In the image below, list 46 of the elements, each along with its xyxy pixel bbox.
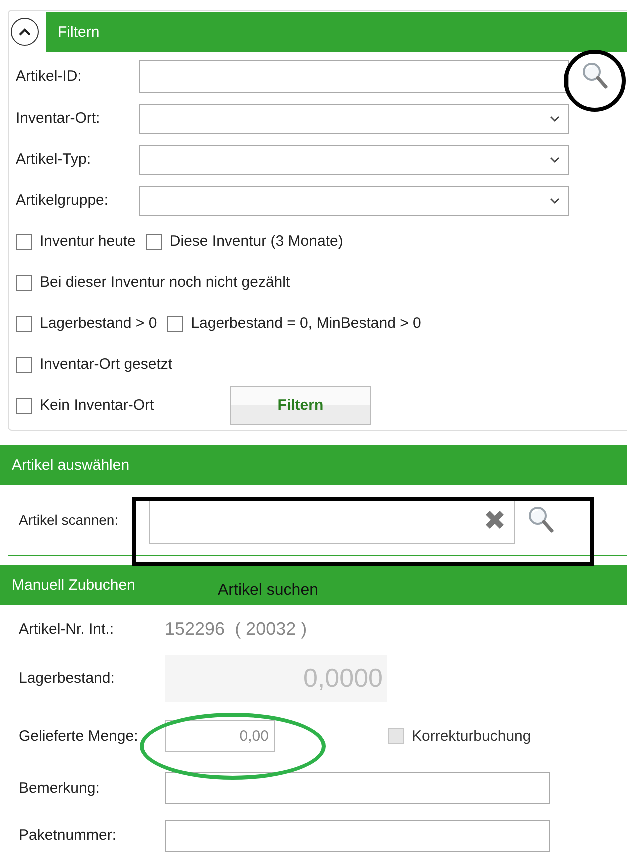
quantity-field[interactable]: 0,00 [165,720,275,752]
field-label: Artikel-Nr. Int.: [19,620,116,638]
field-label: Artikel-ID: [16,68,83,84]
field-label: Gelieferte Menge: [19,728,140,744]
article-number: 152296 ( 20032 ) [165,618,308,640]
checkbox[interactable] [16,316,32,332]
checkbox[interactable] [16,234,32,250]
annotation-note: Artikel suchen [218,582,318,600]
field-label: Artikel-Typ: [16,151,92,168]
section-header: Filtern [46,12,627,52]
field-label: Bemerkung: [19,780,101,796]
field-label: Paketnummer: [19,827,118,844]
dropdown[interactable] [139,104,569,134]
checkbox-label: Lagerbestand > 0 [40,315,158,332]
annotation-circle [564,50,626,112]
field-label: Artikel scannen: [19,512,120,528]
remark-field[interactable] [165,772,550,804]
dropdown[interactable] [139,144,569,174]
chevron-icon [19,28,31,36]
checkbox[interactable] [16,356,32,372]
checkbox[interactable] [146,234,162,250]
field-label: Lagerbestand: [19,670,116,686]
checkbox[interactable] [16,398,32,414]
checkbox-label: Inventur heute [40,233,136,250]
dropdown[interactable] [139,186,569,216]
checkbox-label: Lagerbestand = 0, MinBestand > 0 [191,315,422,332]
filter-button[interactable]: Filtern [230,386,372,425]
chevron-down-icon [550,156,560,162]
chevron-down-icon [550,116,560,122]
checkbox[interactable] [16,274,32,290]
search-icon[interactable] [581,61,609,91]
checkbox[interactable] [167,316,184,332]
stock-value: 0,0000 [165,654,387,702]
input-field[interactable] [139,60,569,92]
checkbox-label: Diese Inventur (3 Monate) [170,233,344,250]
collapse-toggle[interactable] [11,18,39,46]
chevron-down-icon [550,198,560,204]
field-label: Inventar-Ort: [16,110,102,127]
section-header: Artikel auswählen [0,445,627,485]
field-label: Artikelgruppe: [16,192,110,209]
search-icon[interactable] [527,505,555,535]
package-field[interactable] [165,820,550,852]
checkbox-label: Inventar-Ort gesetzt [40,356,173,373]
checkbox-label: Kein Inventar-Ort [40,397,154,414]
checkbox-label: Korrekturbuchung [412,728,532,744]
checkbox-label: Bei dieser Inventur noch nicht gezählt [40,274,290,291]
